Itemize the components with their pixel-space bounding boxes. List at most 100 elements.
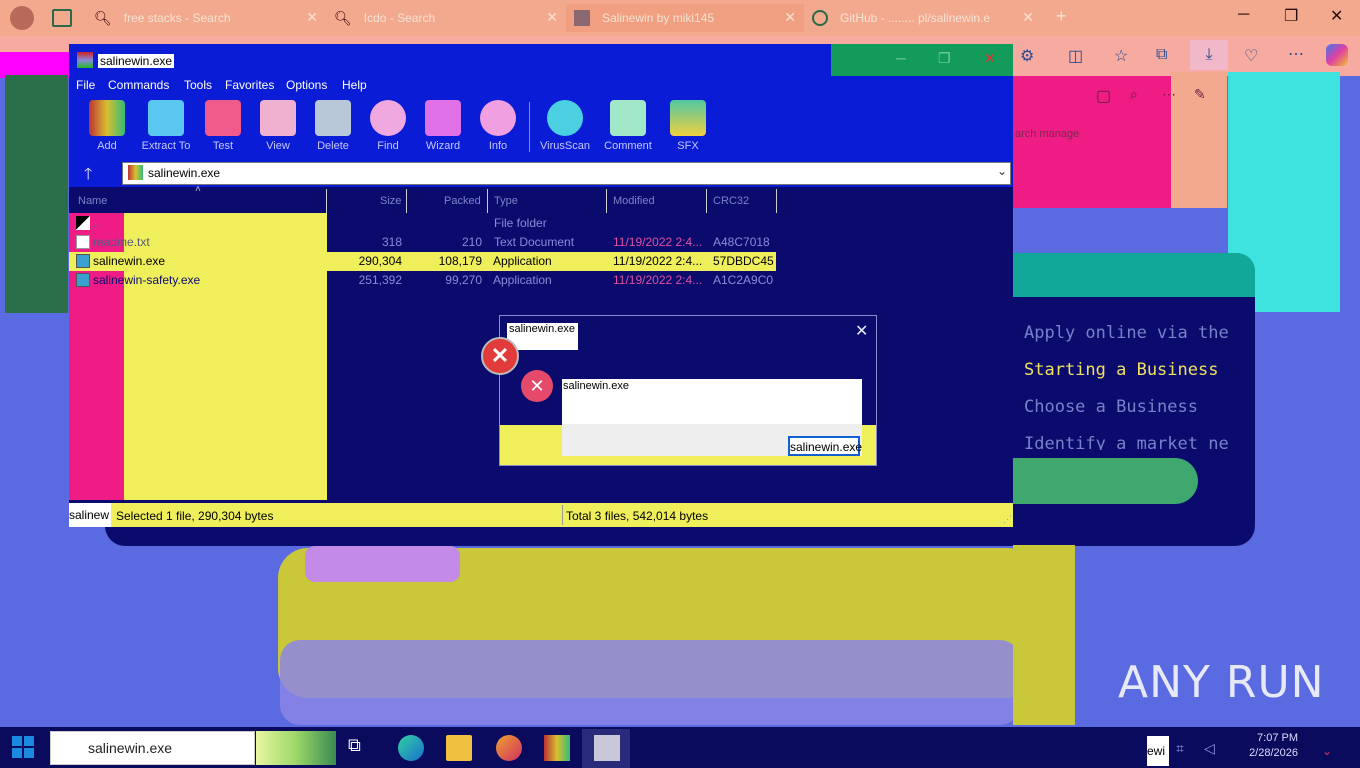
- menu-favorites[interactable]: Favorites: [225, 78, 274, 92]
- column-divider[interactable]: [776, 189, 777, 213]
- page-panel: [1013, 208, 1228, 254]
- windows-start-icon[interactable]: [12, 736, 34, 758]
- list-item[interactable]: Apply online via the: [1024, 315, 1259, 352]
- menu-options[interactable]: Options: [286, 78, 327, 92]
- column-divider[interactable]: [406, 189, 407, 213]
- test-icon: [205, 100, 241, 136]
- info-button[interactable]: Info: [472, 100, 524, 152]
- webpage-image: [305, 546, 460, 582]
- column-type[interactable]: Type: [494, 195, 518, 207]
- file-type: Application: [493, 254, 552, 268]
- task-view-icon[interactable]: ⧉: [348, 735, 374, 761]
- firefox-icon[interactable]: [496, 735, 522, 761]
- list-item[interactable]: Choose a Business: [1024, 389, 1259, 426]
- dialog-ok-button[interactable]: salinewin.exe: [788, 436, 862, 456]
- toolbar-divider: [529, 102, 530, 152]
- more-menu-icon[interactable]: ⋯: [1288, 44, 1304, 64]
- network-icon[interactable]: ⌗: [1176, 740, 1184, 757]
- view-button[interactable]: View: [252, 100, 304, 152]
- table-row[interactable]: readme.txt 318 210 Text Document 11/19/2…: [69, 233, 776, 252]
- tab-search-2[interactable]: 🔍︎ Icdo - Search ✕: [326, 4, 566, 32]
- profile-avatar[interactable]: [10, 6, 34, 30]
- chevron-down-icon[interactable]: ⌄: [997, 164, 1007, 178]
- resize-grip-icon[interactable]: ⋰: [1003, 514, 1012, 525]
- downloads-icon[interactable]: ⤓: [1190, 40, 1228, 70]
- maximize-button[interactable]: ❐: [938, 50, 951, 67]
- column-modified[interactable]: Modified: [613, 195, 655, 207]
- folder-icon: [148, 100, 184, 136]
- file-type: Text Document: [494, 235, 575, 249]
- panel-more-icon[interactable]: ⋯: [1162, 86, 1176, 103]
- table-row-selected[interactable]: salinewin.exe 290,304 108,179 Applicatio…: [69, 252, 776, 271]
- panel-pin-icon[interactable]: ✎: [1194, 86, 1206, 103]
- test-button[interactable]: Test: [197, 100, 249, 152]
- column-crc32[interactable]: CRC32: [713, 195, 749, 207]
- menu-commands[interactable]: Commands: [108, 78, 169, 92]
- tab-actions-icon[interactable]: [52, 9, 72, 27]
- wizard-button[interactable]: Wizard: [417, 100, 469, 152]
- column-size[interactable]: Size: [380, 195, 401, 207]
- favorites-icon[interactable]: ☆: [1114, 46, 1128, 66]
- file-name: ..: [93, 216, 100, 230]
- delete-button[interactable]: Delete: [307, 100, 359, 152]
- up-folder-icon[interactable]: 🡑: [84, 163, 92, 190]
- page-strip: [5, 75, 68, 313]
- comment-button[interactable]: Comment: [602, 100, 654, 152]
- column-divider[interactable]: [487, 189, 488, 213]
- close-button[interactable]: ✕: [984, 50, 996, 67]
- column-divider[interactable]: [326, 189, 327, 213]
- column-divider[interactable]: [606, 189, 607, 213]
- winrar-icon[interactable]: [544, 735, 570, 761]
- find-button[interactable]: Find: [362, 100, 414, 152]
- path-combobox[interactable]: [122, 162, 1011, 185]
- minimize-button[interactable]: ─: [896, 50, 906, 66]
- page-favicon-icon: [574, 10, 590, 26]
- tab-search-1[interactable]: 🔍︎ free stacks - Search ✕: [86, 4, 326, 32]
- edge-icon[interactable]: [398, 735, 424, 761]
- tray-label[interactable]: ewi: [1147, 736, 1169, 766]
- virusscan-button[interactable]: VirusScan: [539, 100, 591, 152]
- performance-icon[interactable]: ♡: [1244, 46, 1258, 66]
- add-button[interactable]: Add: [81, 100, 133, 152]
- collections-icon[interactable]: ⧉: [1156, 46, 1167, 64]
- info-lifebuoy-icon: [480, 100, 516, 136]
- close-icon[interactable]: ✕: [784, 9, 796, 26]
- column-divider[interactable]: [706, 189, 707, 213]
- extract-to-button[interactable]: Extract To: [140, 100, 192, 152]
- minimize-button[interactable]: ─: [1238, 6, 1249, 24]
- tab-github[interactable]: GitHub - ........ pl/salinewin.e ✕: [804, 4, 1042, 32]
- list-item[interactable]: Identify a market ne: [1024, 426, 1259, 450]
- webpage-cta-button[interactable]: [1013, 458, 1198, 504]
- sfx-button[interactable]: SFX: [662, 100, 714, 152]
- table-row[interactable]: .. File folder: [69, 214, 776, 233]
- close-icon[interactable]: ✕: [1022, 9, 1034, 26]
- close-icon[interactable]: ✕: [855, 321, 868, 341]
- search-highlight-image[interactable]: [256, 731, 336, 765]
- anyrun-watermark: ANY RUN: [1118, 657, 1325, 708]
- copilot-icon[interactable]: [1326, 44, 1348, 66]
- close-icon[interactable]: ✕: [546, 9, 558, 26]
- close-icon[interactable]: ✕: [306, 9, 318, 26]
- menu-help[interactable]: Help: [342, 78, 367, 92]
- column-packed[interactable]: Packed: [444, 195, 481, 207]
- extensions-icon[interactable]: ⚙: [1020, 46, 1034, 66]
- maximize-button[interactable]: ❐: [1284, 6, 1298, 26]
- menu-tools[interactable]: Tools: [184, 78, 212, 92]
- file-packed: 108,179: [438, 254, 482, 268]
- tab-salinewin[interactable]: Salinewin by miki145 ✕: [566, 4, 804, 32]
- file-explorer-icon[interactable]: [446, 735, 472, 761]
- dialog-app-icon: [594, 735, 620, 761]
- notifications-icon[interactable]: ⌄: [1322, 744, 1332, 758]
- taskbar-clock[interactable]: 7:07 PM 2/28/2026: [1238, 731, 1298, 761]
- panel-search-icon[interactable]: ⌕: [1130, 86, 1138, 103]
- column-name[interactable]: Name: [78, 195, 107, 207]
- list-item[interactable]: Starting a Business: [1024, 352, 1259, 389]
- exe-file-icon: [76, 273, 90, 287]
- menu-file[interactable]: File: [76, 78, 95, 92]
- split-screen-icon[interactable]: ◫: [1068, 46, 1083, 66]
- volume-icon[interactable]: ◁: [1204, 740, 1215, 757]
- new-tab-button[interactable]: +: [1056, 6, 1067, 27]
- panel-folder-icon[interactable]: ▢: [1096, 86, 1111, 106]
- window-close-button[interactable]: ✕: [1330, 6, 1343, 26]
- table-row[interactable]: salinewin-safety.exe 251,392 99,270 Appl…: [69, 271, 776, 290]
